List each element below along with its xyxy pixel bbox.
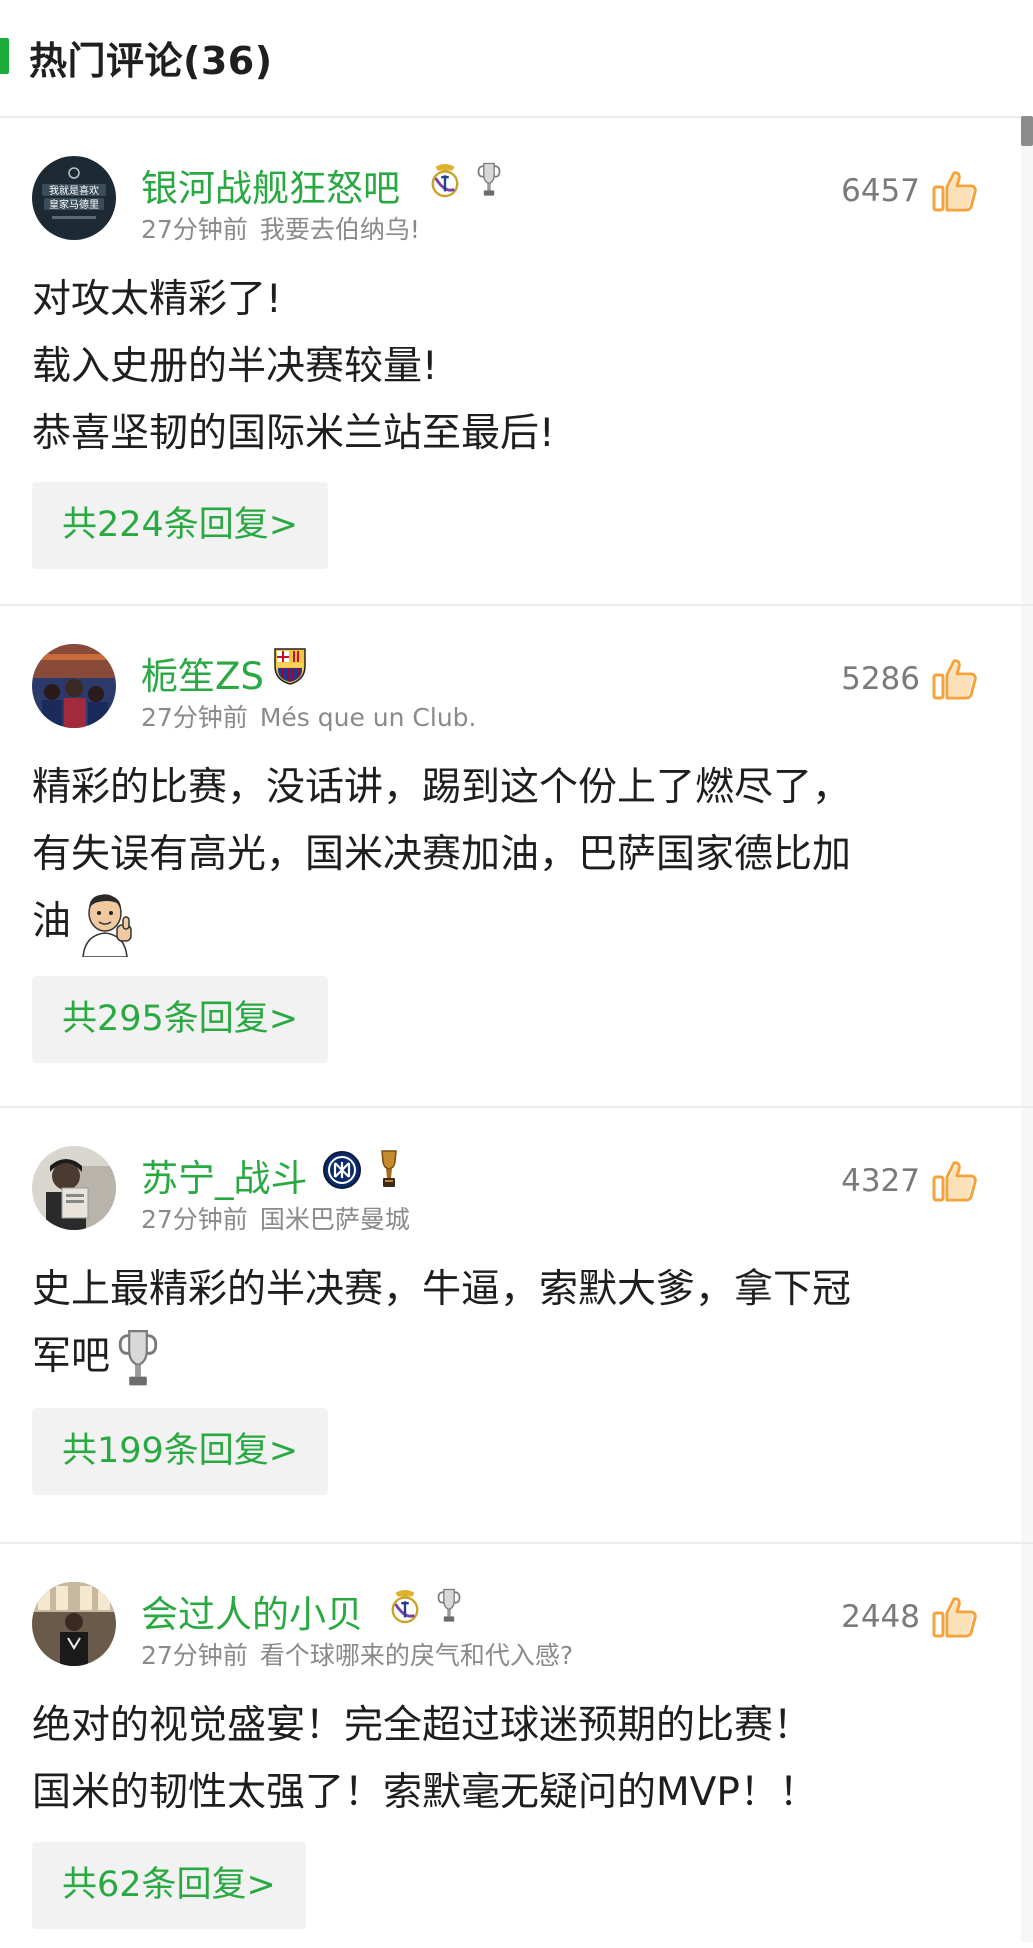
comment-line: 载入史册的半决赛较量!	[32, 344, 438, 389]
avatar[interactable]	[32, 1146, 116, 1230]
like-count: 6457	[841, 173, 920, 209]
champions-league-trophy-icon	[116, 1326, 160, 1392]
thumbs-up-icon[interactable]	[932, 656, 978, 702]
avatar[interactable]	[32, 1582, 116, 1666]
comment-line: 绝对的视觉盛宴！完全超过球迷预期的比赛！	[32, 1703, 813, 1748]
like-count: 4327	[841, 1163, 920, 1199]
like-area[interactable]: 5286	[841, 656, 978, 702]
like-area[interactable]: 4327	[841, 1158, 978, 1204]
comment-time: 27分钟前	[141, 215, 248, 244]
real-madrid-crest-icon	[428, 160, 462, 200]
comment-meta: 27分钟前 Més que un Club.	[141, 698, 476, 734]
comment-item: 苏宁_战斗 27分钟前 国米巴萨曼城 4327 史上最精彩的半决赛，牛逼，索默大爹…	[0, 1108, 1033, 1544]
view-replies-button[interactable]: 共62条回复>	[32, 1842, 306, 1929]
like-area[interactable]: 2448	[841, 1594, 978, 1640]
username[interactable]: 苏宁_战斗	[141, 1148, 308, 1202]
comment-item: 我就是喜欢 皇家马德里 银河战舰狂怒吧 27分钟前 我要去伯纳乌! 6457 对攻…	[0, 118, 1033, 606]
comment-time: 27分钟前	[141, 1641, 248, 1670]
comments-header: 热门评论(36)	[0, 0, 1033, 118]
user-badges	[428, 158, 502, 202]
comment-line: 有失误有高光，国米决赛加油，巴萨国家德比加	[32, 832, 852, 877]
comment-line: 油	[32, 899, 72, 944]
comment-text: 对攻太精彩了! 载入史册的半决赛较量! 恭喜坚韧的国际米兰站至最后!	[32, 266, 973, 467]
fc-barcelona-crest-icon	[272, 646, 308, 686]
avatar-image	[32, 1582, 116, 1666]
comment-line: 史上最精彩的半决赛，牛逼，索默大爹，拿下冠	[32, 1267, 852, 1312]
comment-meta: 27分钟前 我要去伯纳乌!	[141, 210, 420, 246]
thumbs-up-icon[interactable]	[932, 168, 978, 214]
champions-league-trophy-icon	[476, 158, 502, 202]
avatar-logo-text: 我就是喜欢	[49, 184, 99, 197]
view-replies-button[interactable]: 共224条回复>	[32, 482, 329, 569]
thumbs-up-man-sticker-icon	[82, 893, 132, 957]
inter-milan-crest-icon	[322, 1150, 362, 1190]
header-accent-bar	[0, 38, 9, 74]
user-badges	[388, 1584, 462, 1628]
avatar-image	[32, 1146, 116, 1230]
username[interactable]: 会过人的小贝	[141, 1584, 363, 1638]
like-count: 5286	[841, 661, 920, 697]
username[interactable]: 栀笙ZS	[141, 646, 264, 700]
real-madrid-crest-icon	[388, 1586, 422, 1626]
user-badges	[322, 1148, 402, 1192]
username[interactable]: 银河战舰狂怒吧	[141, 158, 400, 212]
champions-league-trophy-icon	[436, 1584, 462, 1628]
comment-text: 精彩的比赛，没话讲，踢到这个份上了燃尽了， 有失误有高光，国米决赛加油，巴萨国家…	[32, 754, 973, 957]
comment-line: 国米的韧性太强了！索默毫无疑问的MVP！！	[32, 1770, 818, 1815]
page-title: 热门评论(36)	[29, 39, 273, 83]
comment-item: 栀笙ZS 27分钟前 Més que un Club. 5286 精彩的比赛，没话…	[0, 606, 1033, 1108]
comment-line: 军吧	[32, 1334, 111, 1379]
like-count: 2448	[841, 1599, 920, 1635]
svg-text:皇家马德里: 皇家马德里	[49, 198, 99, 211]
comment-line-with-emoji: 军吧	[32, 1323, 973, 1392]
comment-text: 绝对的视觉盛宴！完全超过球迷预期的比赛！ 国米的韧性太强了！索默毫无疑问的MVP…	[32, 1692, 973, 1826]
comment-meta: 27分钟前 国米巴萨曼城	[141, 1200, 410, 1236]
thumbs-up-icon[interactable]	[932, 1158, 978, 1204]
comment-line: 恭喜坚韧的国际米兰站至最后!	[32, 411, 555, 456]
gold-trophy-icon	[376, 1148, 402, 1192]
avatar[interactable]: 我就是喜欢 皇家马德里	[32, 156, 116, 240]
comment-time: 27分钟前	[141, 1205, 248, 1234]
comment-line: 精彩的比赛，没话讲，踢到这个份上了燃尽了，	[32, 765, 852, 810]
user-signature: 我要去伯纳乌!	[259, 215, 420, 244]
comment-text: 史上最精彩的半决赛，牛逼，索默大爹，拿下冠 军吧	[32, 1256, 973, 1392]
comment-line: 对攻太精彩了!	[32, 277, 282, 322]
avatar[interactable]	[32, 644, 116, 728]
view-replies-button[interactable]: 共295条回复>	[32, 976, 329, 1063]
avatar-image: 我就是喜欢 皇家马德里	[32, 156, 116, 240]
view-replies-button[interactable]: 共199条回复>	[32, 1408, 329, 1495]
user-signature: 看个球哪来的戾气和代入感?	[259, 1641, 574, 1670]
comment-item: 会过人的小贝 27分钟前 看个球哪来的戾气和代入感? 2448 绝对的视觉盛宴！完…	[0, 1544, 1033, 1948]
thumbs-up-icon[interactable]	[932, 1594, 978, 1640]
user-signature: 国米巴萨曼城	[259, 1205, 410, 1234]
comment-meta: 27分钟前 看个球哪来的戾气和代入感?	[141, 1636, 573, 1672]
comment-time: 27分钟前	[141, 703, 248, 732]
like-area[interactable]: 6457	[841, 168, 978, 214]
avatar-image	[32, 644, 116, 728]
user-signature: Més que un Club.	[259, 703, 477, 732]
user-badges	[272, 646, 308, 686]
comment-line-with-emoji: 油	[32, 888, 973, 957]
